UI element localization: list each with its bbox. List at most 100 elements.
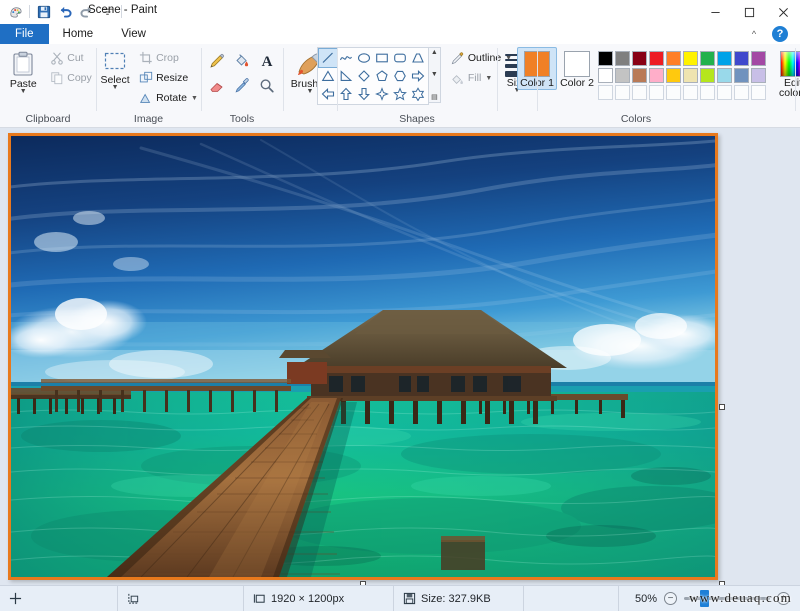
shapes-scroll-controls[interactable]: ▲ ▼ ▤ bbox=[429, 47, 441, 103]
palette-swatch[interactable] bbox=[700, 68, 715, 83]
ribbon-group-image: Select ▼ Crop Resi bbox=[96, 44, 201, 127]
palette-swatch[interactable] bbox=[649, 85, 664, 100]
color2-swatch[interactable] bbox=[564, 51, 590, 77]
image-group-title: Image bbox=[100, 113, 197, 127]
palette-swatch[interactable] bbox=[632, 51, 647, 66]
color1-swatch[interactable] bbox=[524, 51, 550, 77]
copy-button: Copy bbox=[47, 68, 97, 88]
shape-curve[interactable] bbox=[337, 49, 355, 67]
shape-rectangle[interactable] bbox=[373, 49, 391, 67]
shape-polygon[interactable] bbox=[409, 49, 427, 67]
collapse-ribbon-icon[interactable]: ^ bbox=[746, 26, 762, 42]
palette-swatch[interactable] bbox=[717, 85, 732, 100]
palette-swatch[interactable] bbox=[615, 68, 630, 83]
palette-swatch[interactable] bbox=[717, 51, 732, 66]
palette-swatch[interactable] bbox=[734, 68, 749, 83]
tab-view[interactable]: View bbox=[107, 24, 160, 44]
save-icon[interactable] bbox=[34, 2, 54, 21]
palette-swatch[interactable] bbox=[649, 51, 664, 66]
image-dimensions-icon bbox=[253, 592, 266, 605]
fill-label: Fill bbox=[468, 72, 481, 84]
palette-swatch[interactable] bbox=[717, 68, 732, 83]
magnifier-icon[interactable] bbox=[255, 74, 279, 98]
palette-swatch[interactable] bbox=[734, 85, 749, 100]
minimize-button[interactable] bbox=[698, 0, 732, 24]
palette-swatch[interactable] bbox=[666, 51, 681, 66]
rotate-caret-icon[interactable]: ▼ bbox=[191, 95, 198, 102]
canvas-work-area[interactable] bbox=[0, 128, 800, 585]
paste-button[interactable]: Paste ▼ bbox=[0, 47, 47, 96]
file-size-text: Size: 327.9KB bbox=[421, 593, 491, 605]
shapes-expand-icon[interactable]: ▤ bbox=[431, 93, 438, 101]
palette-swatch[interactable] bbox=[751, 51, 766, 66]
palette-swatch[interactable] bbox=[683, 68, 698, 83]
shapes-gallery bbox=[317, 47, 429, 105]
shape-line[interactable] bbox=[319, 49, 337, 67]
zoom-in-button[interactable]: + bbox=[777, 592, 790, 605]
color-picker-icon[interactable] bbox=[230, 74, 254, 98]
palette-swatch[interactable] bbox=[666, 68, 681, 83]
palette-swatch[interactable] bbox=[751, 85, 766, 100]
colors-group-title: Colors bbox=[511, 113, 761, 127]
palette-swatch[interactable] bbox=[683, 51, 698, 66]
color1-button[interactable]: Color 1 bbox=[517, 47, 557, 90]
pencil-icon[interactable] bbox=[205, 49, 229, 73]
palette-swatch[interactable] bbox=[734, 51, 749, 66]
shape-down-arrow[interactable] bbox=[355, 85, 373, 103]
palette-swatch[interactable] bbox=[598, 85, 613, 100]
image-dimensions-cell: 1920 × 1200px bbox=[244, 586, 394, 611]
zoom-slider-thumb[interactable] bbox=[700, 590, 709, 607]
resize-button[interactable]: Resize bbox=[136, 68, 203, 88]
paste-caret-icon[interactable]: ▼ bbox=[20, 89, 27, 95]
select-button[interactable]: Select ▼ bbox=[94, 47, 136, 92]
select-caret-icon[interactable]: ▼ bbox=[112, 85, 119, 91]
shape-rounded-rectangle[interactable] bbox=[391, 49, 409, 67]
zoom-slider[interactable] bbox=[684, 597, 770, 600]
fill-with-color-icon[interactable] bbox=[230, 49, 254, 73]
shape-six-point-star[interactable] bbox=[409, 85, 427, 103]
tab-home[interactable]: Home bbox=[49, 24, 108, 44]
resize-handle-right-middle[interactable] bbox=[719, 404, 725, 410]
ribbon-tab-strip: File Home View ^ ? bbox=[0, 24, 800, 44]
shape-triangle[interactable] bbox=[319, 67, 337, 85]
palette-swatch[interactable] bbox=[632, 85, 647, 100]
undo-icon[interactable] bbox=[55, 2, 75, 21]
palette-swatch[interactable] bbox=[598, 51, 613, 66]
color2-button[interactable]: Color 2 bbox=[557, 47, 597, 90]
palette-swatch[interactable] bbox=[700, 51, 715, 66]
palette-swatch[interactable] bbox=[615, 85, 630, 100]
shape-right-arrow[interactable] bbox=[409, 67, 427, 85]
shape-diamond[interactable] bbox=[355, 67, 373, 85]
paint-app-icon[interactable] bbox=[5, 2, 25, 21]
eraser-icon[interactable] bbox=[205, 74, 229, 98]
help-icon[interactable]: ? bbox=[772, 26, 788, 42]
palette-swatch[interactable] bbox=[700, 85, 715, 100]
tab-file[interactable]: File bbox=[0, 24, 49, 44]
brushes-caret-icon[interactable]: ▼ bbox=[307, 89, 314, 95]
shape-pentagon[interactable] bbox=[373, 67, 391, 85]
palette-swatch[interactable] bbox=[598, 68, 613, 83]
shape-five-point-star[interactable] bbox=[391, 85, 409, 103]
palette-swatch[interactable] bbox=[683, 85, 698, 100]
cursor-position-cell bbox=[0, 586, 118, 611]
rotate-button[interactable]: Rotate ▼ bbox=[136, 88, 203, 108]
palette-swatch[interactable] bbox=[751, 68, 766, 83]
shapes-scroll-down-icon[interactable]: ▼ bbox=[431, 71, 438, 78]
palette-swatch[interactable] bbox=[666, 85, 681, 100]
palette-swatch[interactable] bbox=[649, 68, 664, 83]
close-button[interactable] bbox=[766, 0, 800, 24]
zoom-out-button[interactable]: − bbox=[664, 592, 677, 605]
text-icon[interactable]: A bbox=[255, 49, 279, 73]
shapes-scroll-up-icon[interactable]: ▲ bbox=[431, 49, 438, 56]
shape-right-triangle[interactable] bbox=[337, 67, 355, 85]
shape-up-arrow[interactable] bbox=[337, 85, 355, 103]
color-palette bbox=[597, 47, 767, 101]
shape-four-point-star[interactable] bbox=[373, 85, 391, 103]
shape-left-arrow[interactable] bbox=[319, 85, 337, 103]
image-canvas[interactable] bbox=[8, 133, 718, 580]
palette-swatch[interactable] bbox=[615, 51, 630, 66]
shape-oval[interactable] bbox=[355, 49, 373, 67]
palette-swatch[interactable] bbox=[632, 68, 647, 83]
shape-hexagon[interactable] bbox=[391, 67, 409, 85]
maximize-button[interactable] bbox=[732, 0, 766, 24]
